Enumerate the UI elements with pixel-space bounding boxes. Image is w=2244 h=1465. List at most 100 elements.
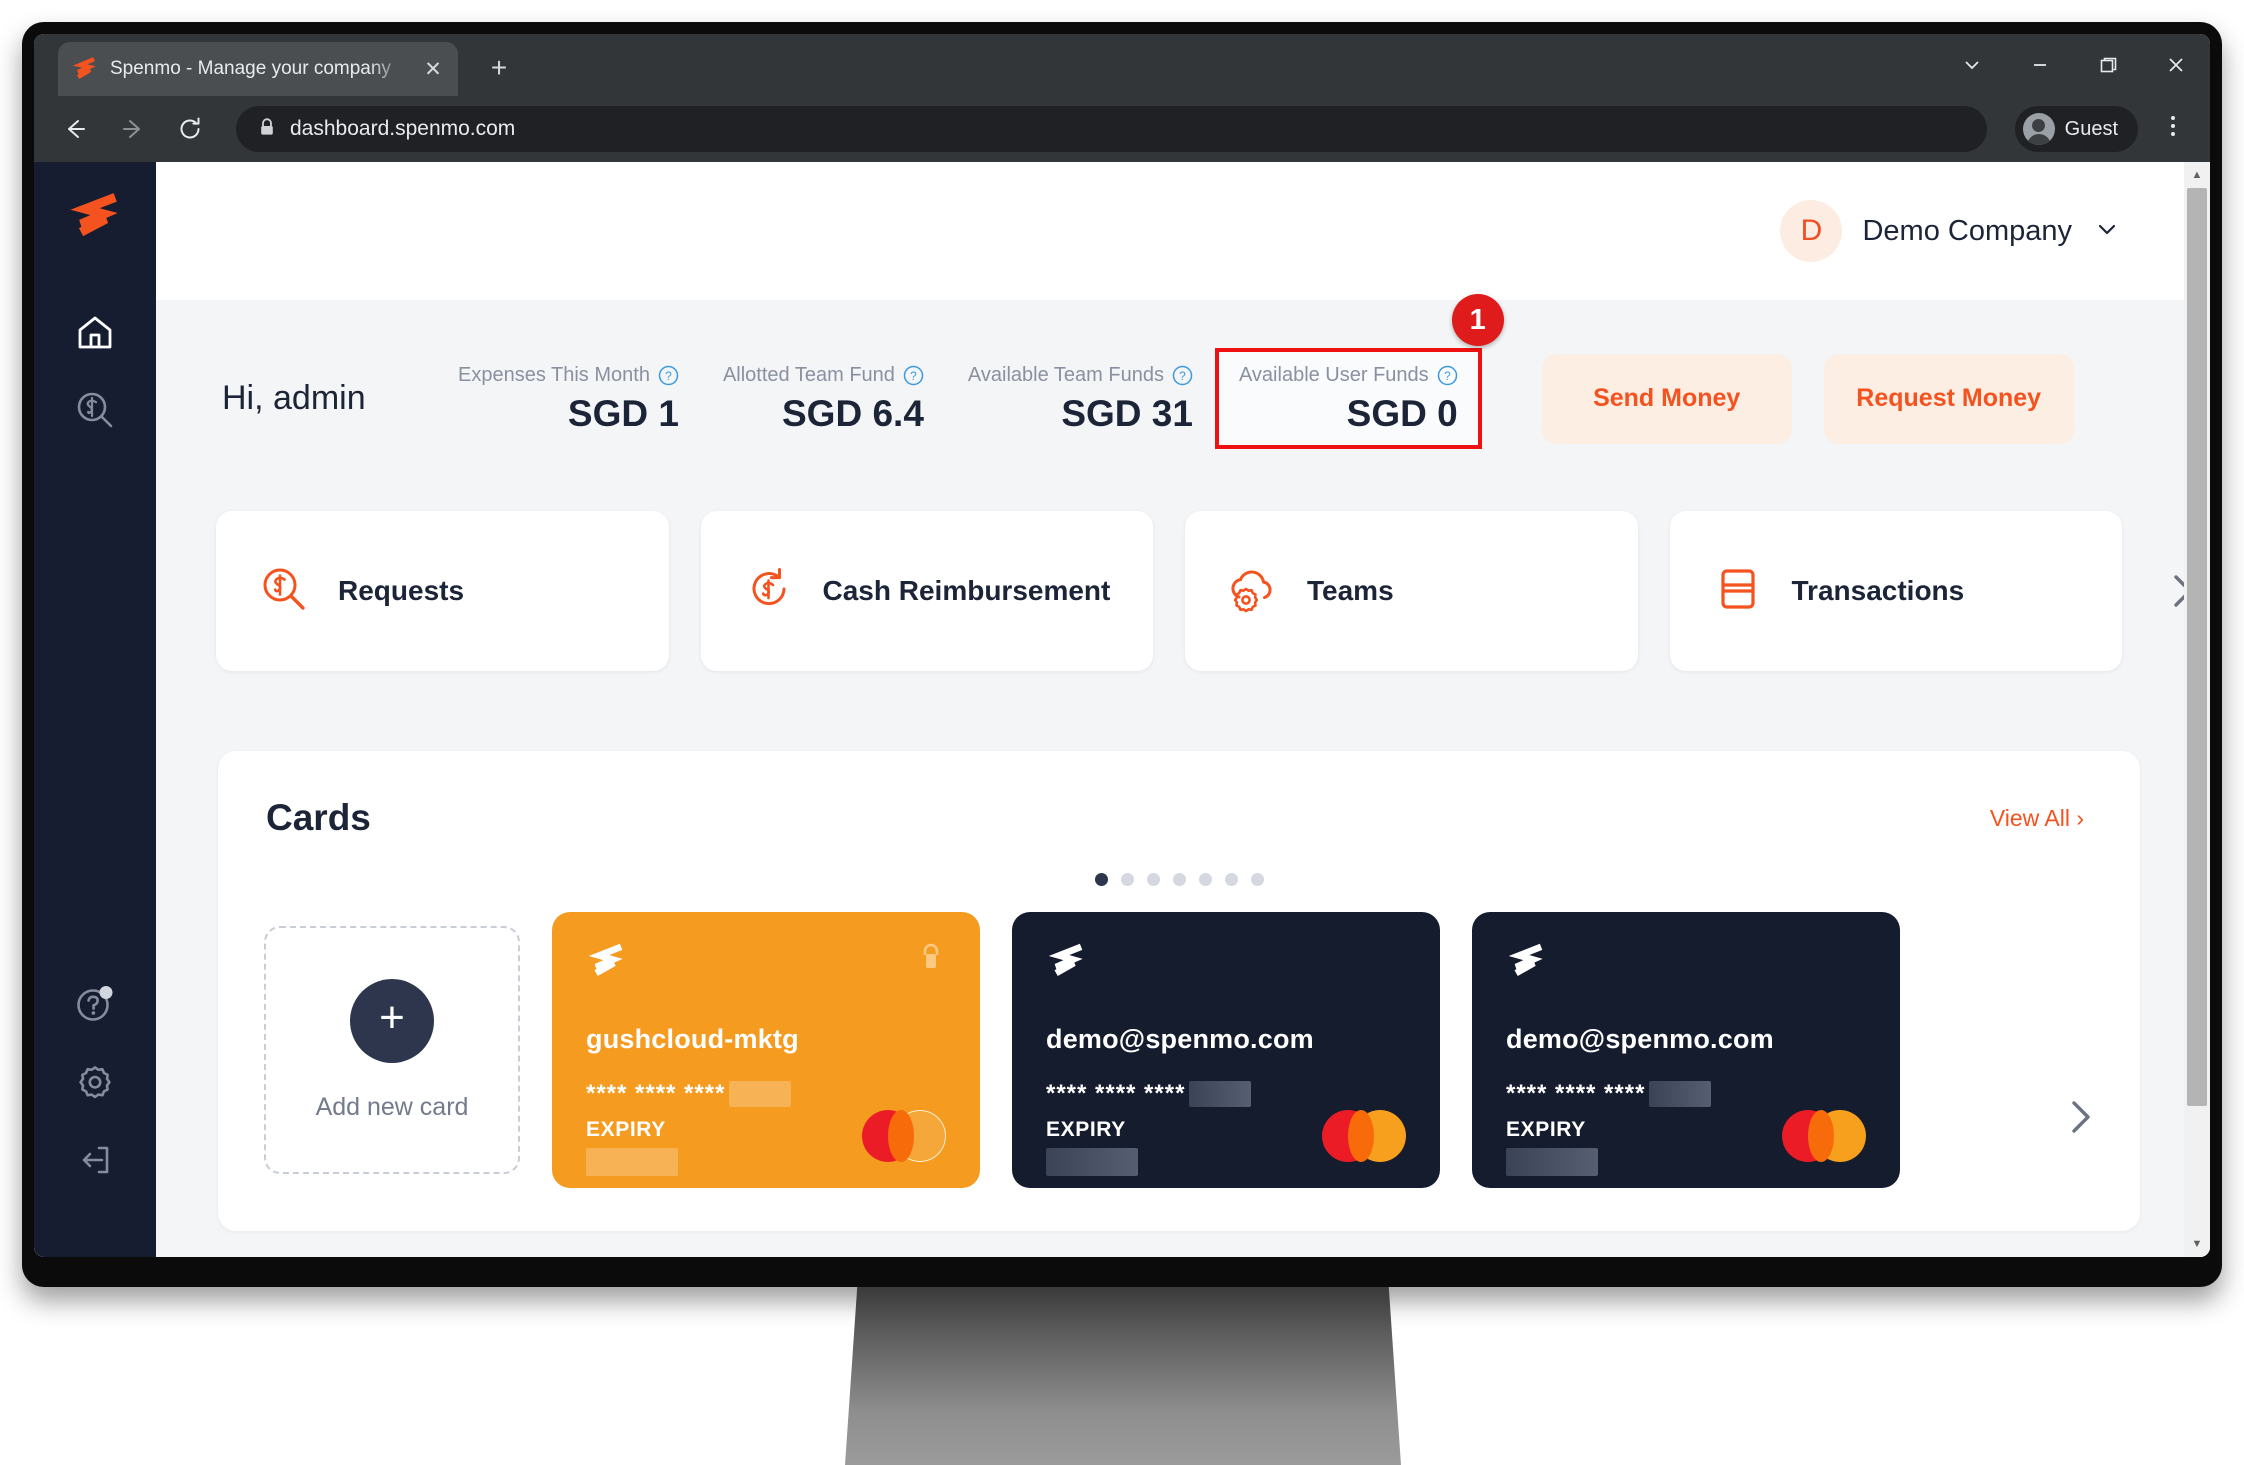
tile-cash-reimbursement[interactable]: Cash Reimbursement [700, 511, 1153, 671]
redaction-block [586, 1148, 678, 1176]
tile-label: Teams [1307, 575, 1394, 606]
carousel-dot[interactable] [1224, 873, 1238, 886]
gear-icon [73, 1060, 117, 1109]
card-masked-digits: **** **** **** [1506, 1080, 1646, 1107]
metric-value: SGD 31 [1061, 393, 1193, 434]
close-icon[interactable] [2142, 34, 2210, 96]
sidebar-item-logout[interactable] [58, 1123, 132, 1201]
scroll-down-icon[interactable]: ▼ [2184, 1231, 2210, 1257]
tile-requests[interactable]: Requests [216, 511, 669, 671]
sidebar-item-home[interactable] [58, 295, 132, 373]
kebab-menu-icon[interactable] [2156, 113, 2190, 145]
cards-row: + Add new card gushcloud-mktg **** **** … [218, 886, 2140, 1188]
help-circle-icon[interactable]: ? [1437, 365, 1458, 386]
view-all-link[interactable]: View All › [1990, 805, 2084, 832]
spenmo-logo-icon [586, 942, 626, 987]
spenmo-logo-icon [1506, 942, 1546, 987]
tile-label: Requests [338, 575, 465, 606]
metric-label: Expenses This Month ? [458, 364, 679, 387]
carousel-dots [218, 873, 2140, 886]
redaction-block [1189, 1081, 1252, 1107]
annotation-badge: 1 [1451, 294, 1504, 346]
maximize-icon[interactable] [2074, 34, 2142, 96]
address-bar-url: dashboard.spenmo.com [290, 117, 516, 140]
reload-icon[interactable] [170, 109, 210, 149]
metric-value: SGD 0 [1346, 393, 1458, 434]
payment-card[interactable]: demo@spenmo.com **** **** **** EXPIRY [1472, 912, 1900, 1188]
chevron-right-icon[interactable] [2062, 1091, 2098, 1148]
browser-profile-chip[interactable]: Guest [2014, 106, 2138, 152]
forward-arrow-icon[interactable] [112, 109, 152, 149]
payment-card[interactable]: demo@spenmo.com **** **** **** EXPIRY [1012, 912, 1440, 1188]
send-money-button[interactable]: Send Money [1541, 353, 1792, 444]
help-circle-icon[interactable]: ? [658, 365, 679, 386]
tile-teams[interactable]: Teams [1185, 511, 1638, 671]
tile-transactions[interactable]: Transactions [1669, 511, 2122, 671]
app-viewport: D Demo Company Hi, admin Expenses This M… [34, 162, 2210, 1257]
refresh-money-icon [743, 563, 795, 620]
metric-label-text: Allotted Team Fund [722, 364, 895, 386]
greeting: Hi, admin [222, 379, 366, 417]
back-arrow-icon[interactable] [54, 109, 94, 149]
carousel-dot[interactable] [1120, 873, 1134, 886]
card-masked-number: **** **** **** [1046, 1080, 1252, 1108]
metric-available-team-funds: Available Team Funds ? SGD 31 [946, 350, 1215, 447]
metric-allotted-team-fund: Allotted Team Fund ? SGD 6.4 [701, 350, 946, 447]
scrollbar-thumb[interactable] [2187, 188, 2207, 1106]
carousel-dot[interactable] [1250, 873, 1264, 886]
quick-action-tiles: Requests Cash Reimbursement Teams Transa… [156, 449, 2210, 671]
mastercard-icon [1322, 1110, 1406, 1162]
cards-header: Cards View All › [218, 797, 2140, 839]
metric-value: SGD 6.4 [782, 393, 924, 434]
card-masked-number: **** **** **** [586, 1080, 792, 1108]
window-controls [1938, 34, 2210, 96]
spenmo-logo-icon[interactable] [68, 190, 122, 249]
sidebar-item-help[interactable] [58, 967, 132, 1045]
metric-available-user-funds[interactable]: 1 Available User Funds ? SGD 0 [1214, 294, 1504, 449]
new-tab-button[interactable]: + [482, 52, 516, 86]
chevron-down-icon[interactable] [1938, 34, 2006, 96]
scroll-up-icon[interactable]: ▲ [2184, 162, 2210, 188]
close-icon[interactable]: ✕ [422, 59, 444, 80]
transactions-icon [1712, 563, 1764, 620]
carousel-dot[interactable] [1172, 873, 1186, 886]
sidebar-item-requests[interactable] [58, 373, 132, 451]
screen: Spenmo - Manage your company ✕ + dashboa… [34, 34, 2210, 1257]
card-masked-number: **** **** **** [1506, 1080, 1712, 1108]
help-circle-icon[interactable]: ? [1172, 365, 1193, 386]
card-name: demo@spenmo.com [1506, 1024, 1774, 1054]
lock-icon [918, 942, 944, 977]
carousel-dot[interactable] [1094, 873, 1108, 886]
card-expiry-label: EXPIRY [586, 1118, 666, 1141]
card-name: demo@spenmo.com [1046, 1024, 1314, 1054]
add-new-card-label: Add new card [315, 1092, 469, 1121]
browser-tab[interactable]: Spenmo - Manage your company ✕ [58, 42, 458, 96]
card-masked-digits: **** **** **** [586, 1080, 726, 1107]
sidebar-item-settings[interactable] [58, 1045, 132, 1123]
request-money-button[interactable]: Request Money [1823, 353, 2074, 444]
org-name: Demo Company [1862, 214, 2072, 247]
metric-label-text: Available User Funds [1238, 364, 1429, 386]
carousel-dot[interactable] [1146, 873, 1160, 886]
page-scrollbar[interactable]: ▲ ▼ [2184, 162, 2210, 1257]
svg-text:?: ? [1179, 369, 1186, 383]
tile-label: Transactions [1791, 575, 1965, 606]
add-new-card-button[interactable]: + Add new card [264, 926, 520, 1174]
money-search-icon [73, 388, 117, 437]
minimize-icon[interactable] [2006, 34, 2074, 96]
address-bar[interactable]: dashboard.spenmo.com [236, 106, 1987, 152]
spenmo-logo-icon [72, 56, 98, 82]
company-switcher[interactable]: D Demo Company [1780, 200, 2122, 262]
money-search-icon [258, 563, 310, 620]
mastercard-icon [862, 1110, 946, 1162]
card-masked-digits: **** **** **** [1046, 1080, 1186, 1107]
help-circle-icon[interactable]: ? [903, 365, 924, 386]
mastercard-icon [1782, 1110, 1866, 1162]
payment-card[interactable]: gushcloud-mktg **** **** **** EXPIRY [552, 912, 980, 1188]
svg-text:?: ? [1444, 369, 1451, 383]
metric-label: Available User Funds ? [1239, 364, 1458, 387]
browser-toolbar: dashboard.spenmo.com Guest [34, 96, 2210, 162]
app-topbar: D Demo Company [156, 162, 2210, 300]
scrollbar-track[interactable] [2184, 188, 2210, 1231]
carousel-dot[interactable] [1198, 873, 1212, 886]
